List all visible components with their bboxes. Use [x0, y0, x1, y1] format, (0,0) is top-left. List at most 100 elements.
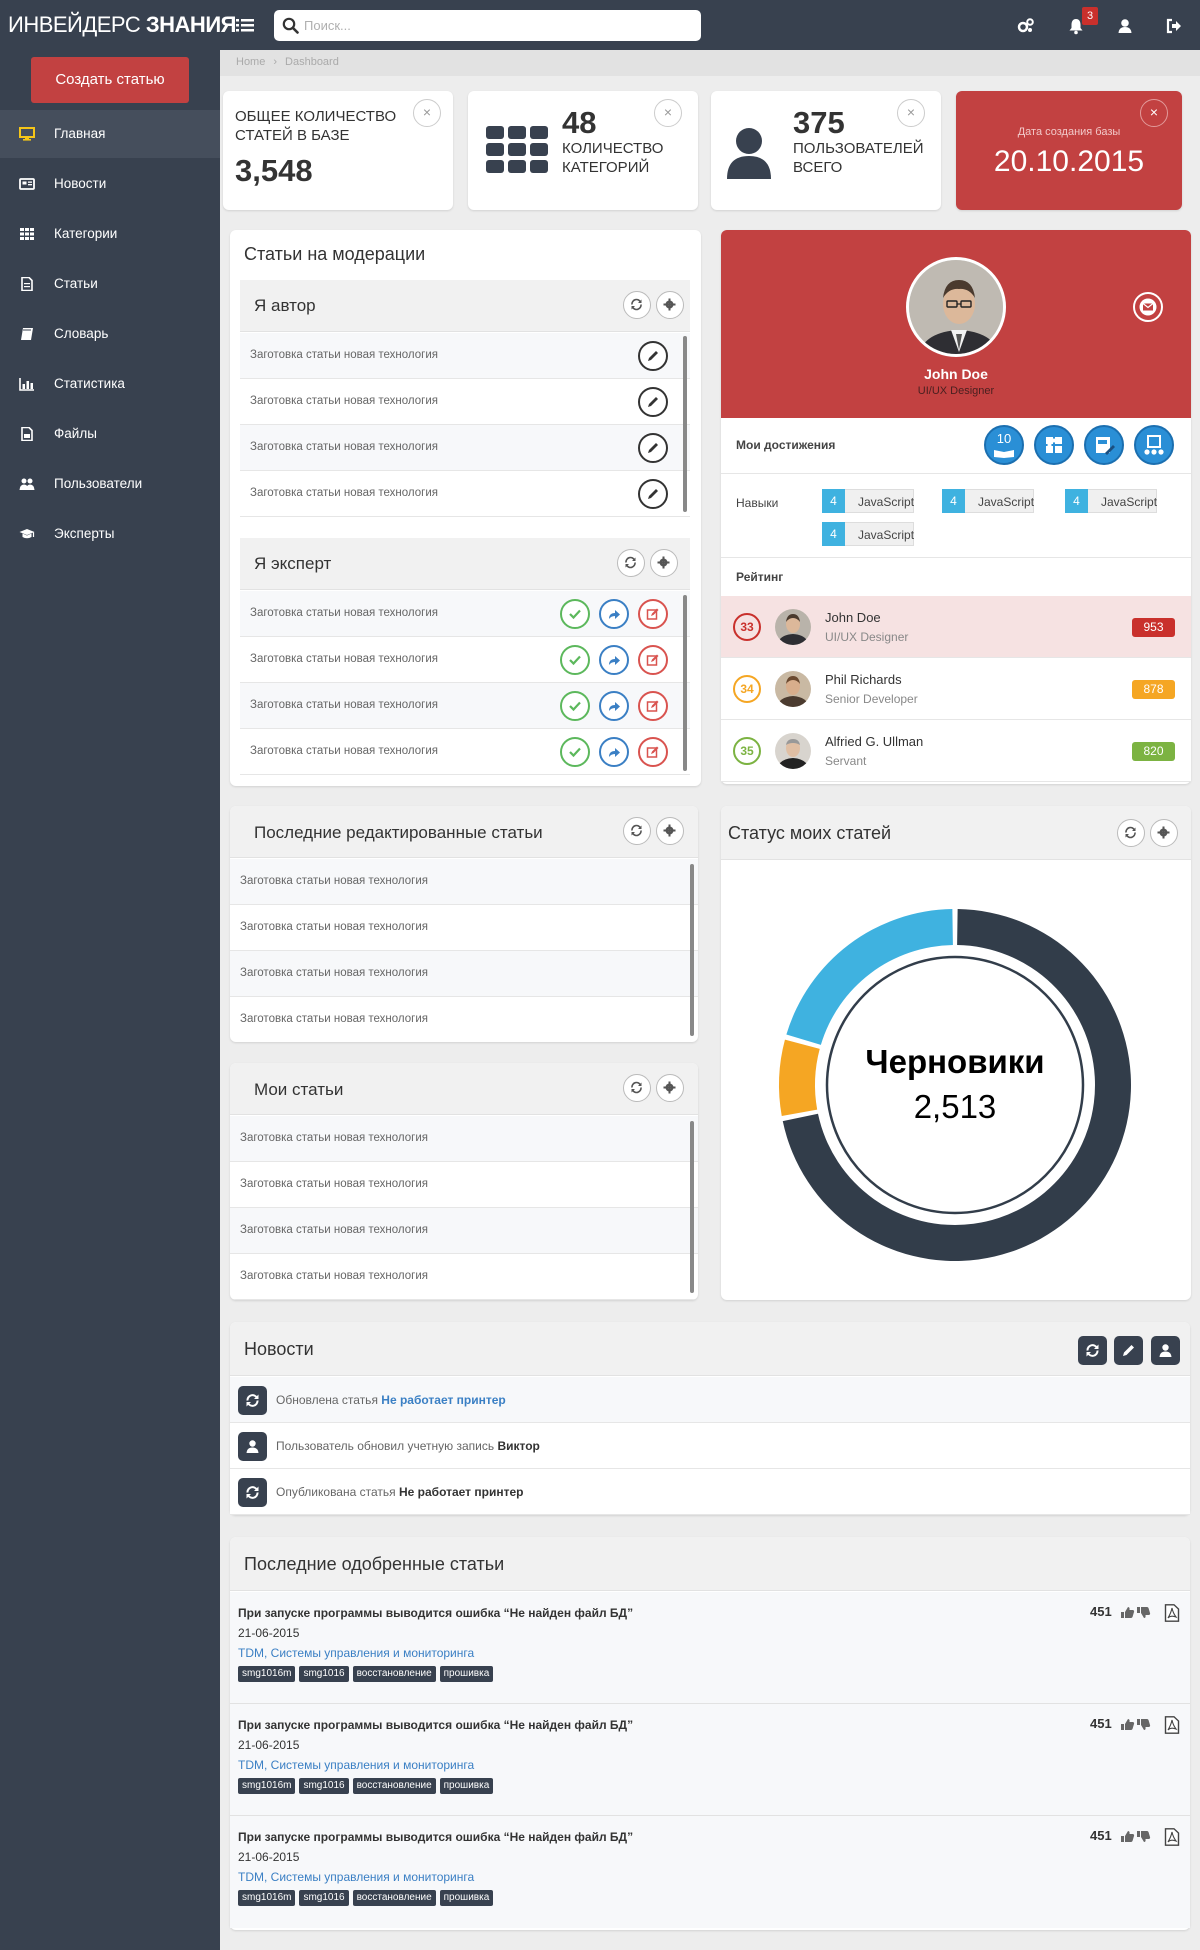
list-item[interactable]: Заготовка статьи новая технология: [240, 471, 690, 517]
refresh-button[interactable]: [623, 1074, 651, 1102]
edit-button[interactable]: [638, 645, 668, 675]
sidebar-item-news[interactable]: Новости: [0, 160, 220, 208]
refresh-button[interactable]: [623, 817, 651, 845]
list-item[interactable]: Заготовка статьи новая технология: [240, 425, 690, 471]
sidebar-item-users[interactable]: Пользователи: [0, 460, 220, 508]
list-item[interactable]: Заготовка статьи новая технология: [230, 951, 698, 997]
list-item[interactable]: Заготовка статьи новая технология: [230, 1208, 698, 1254]
scrollbar[interactable]: [683, 336, 687, 512]
thumbs-icon[interactable]: [1120, 1830, 1152, 1843]
pdf-icon[interactable]: [1164, 1604, 1180, 1622]
tag[interactable]: прошивка: [439, 1778, 494, 1794]
edit-button[interactable]: [638, 387, 668, 417]
list-item[interactable]: Заготовка статьи новая технология: [240, 683, 690, 729]
donut-slice-1[interactable]: [779, 1039, 820, 1116]
close-icon[interactable]: ×: [654, 99, 682, 127]
tag[interactable]: прошивка: [439, 1666, 494, 1682]
refresh-button[interactable]: [1117, 819, 1145, 847]
refresh-button[interactable]: [1078, 1336, 1107, 1365]
breadcrumb-home[interactable]: Home: [236, 56, 265, 68]
forward-button[interactable]: [599, 645, 629, 675]
settings-button[interactable]: [656, 1074, 684, 1102]
edit-button[interactable]: [638, 691, 668, 721]
news-item[interactable]: Пользователь обновил учетную запись Викт…: [230, 1423, 1190, 1469]
rating-row[interactable]: 35 Alfried G. Ullman Servant 820: [721, 720, 1191, 782]
edit-button[interactable]: [638, 599, 668, 629]
tag[interactable]: smg1016m: [238, 1778, 296, 1794]
list-item[interactable]: Заготовка статьи новая технология: [240, 729, 690, 775]
list-item[interactable]: Заготовка статьи новая технология: [230, 1254, 698, 1300]
tag[interactable]: восстановление: [352, 1666, 436, 1682]
pdf-icon[interactable]: [1164, 1716, 1180, 1734]
scrollbar[interactable]: [683, 595, 687, 771]
sidebar-item-experts[interactable]: Эксперты: [0, 510, 220, 558]
news-item[interactable]: Обновлена статья Не работает принтер: [230, 1377, 1190, 1423]
skill-tag[interactable]: 4 JavaScript: [1065, 489, 1157, 513]
list-item[interactable]: Заготовка статьи новая технология: [240, 379, 690, 425]
settings-button[interactable]: [1150, 819, 1178, 847]
sidebar-item-home[interactable]: Главная: [0, 110, 220, 158]
achievement-badge[interactable]: 10: [984, 425, 1024, 465]
list-item[interactable]: Заготовка статьи новая технология: [240, 637, 690, 683]
edit-button[interactable]: [638, 737, 668, 767]
skill-tag[interactable]: 4 JavaScript: [822, 489, 914, 513]
list-item[interactable]: Заготовка статьи новая технология: [230, 1116, 698, 1162]
donut-slice-2[interactable]: [786, 909, 953, 1045]
edit-button[interactable]: [638, 341, 668, 371]
refresh-button[interactable]: [623, 291, 651, 319]
tag[interactable]: восстановление: [352, 1778, 436, 1794]
close-icon[interactable]: ×: [413, 99, 441, 127]
settings-icon[interactable]: [1016, 16, 1036, 36]
list-item[interactable]: Заготовка статьи новая технология: [240, 333, 690, 379]
sidebar-item-articles[interactable]: Статьи: [0, 260, 220, 308]
approve-button[interactable]: [560, 737, 590, 767]
sidebar-item-categories[interactable]: Категории: [0, 210, 220, 258]
sidebar-item-dictionary[interactable]: Словарь: [0, 310, 220, 358]
settings-button[interactable]: [656, 291, 684, 319]
forward-button[interactable]: [599, 737, 629, 767]
list-item[interactable]: Заготовка статьи новая технология: [230, 859, 698, 905]
avatar[interactable]: [906, 257, 1006, 357]
thumbs-icon[interactable]: [1120, 1718, 1152, 1731]
logout-icon[interactable]: [1164, 16, 1184, 36]
create-article-button[interactable]: Создать статью: [31, 57, 189, 103]
settings-button[interactable]: [650, 549, 678, 577]
approve-button[interactable]: [560, 691, 590, 721]
article-title[interactable]: При запуске программы выводится ошибка “…: [238, 1830, 633, 1844]
user-icon[interactable]: [1115, 16, 1135, 36]
tag[interactable]: smg1016: [299, 1778, 349, 1794]
list-item[interactable]: Заготовка статьи новая технология: [230, 905, 698, 951]
skill-tag[interactable]: 4 JavaScript: [822, 522, 914, 546]
news-item[interactable]: Опубликована статья Не работает принтер: [230, 1469, 1190, 1515]
close-icon[interactable]: ×: [1140, 99, 1168, 127]
search-input[interactable]: [304, 15, 694, 36]
achievement-badge[interactable]: [1134, 425, 1174, 465]
sidebar-item-files[interactable]: Файлы: [0, 410, 220, 458]
news-link[interactable]: Не работает принтер: [381, 1393, 505, 1407]
close-icon[interactable]: ×: [897, 99, 925, 127]
tag[interactable]: восстановление: [352, 1890, 436, 1906]
list-item[interactable]: Заготовка статьи новая технология: [230, 1162, 698, 1208]
edit-button[interactable]: [638, 433, 668, 463]
edit-button[interactable]: [638, 479, 668, 509]
achievement-badge[interactable]: [1034, 425, 1074, 465]
refresh-button[interactable]: [617, 549, 645, 577]
message-button[interactable]: [1133, 292, 1163, 322]
achievement-badge[interactable]: [1084, 425, 1124, 465]
article-category[interactable]: TDM, Системы управления и мониторинга: [238, 1870, 474, 1884]
approve-button[interactable]: [560, 599, 590, 629]
article-category[interactable]: TDM, Системы управления и мониторинга: [238, 1758, 474, 1772]
thumbs-icon[interactable]: [1120, 1606, 1152, 1619]
approve-button[interactable]: [560, 645, 590, 675]
article-title[interactable]: При запуске программы выводится ошибка “…: [238, 1606, 633, 1620]
settings-button[interactable]: [656, 817, 684, 845]
rating-row[interactable]: 33 John Doe UI/UX Designer 953: [721, 596, 1191, 658]
rating-row[interactable]: 34 Phil Richards Senior Developer 878: [721, 658, 1191, 720]
tag[interactable]: smg1016: [299, 1890, 349, 1906]
list-item[interactable]: Заготовка статьи новая технология: [230, 997, 698, 1042]
tag[interactable]: smg1016: [299, 1666, 349, 1682]
tag[interactable]: smg1016m: [238, 1666, 296, 1682]
sidebar-item-statistics[interactable]: Статистика: [0, 360, 220, 408]
forward-button[interactable]: [599, 691, 629, 721]
user-button[interactable]: [1151, 1336, 1180, 1365]
